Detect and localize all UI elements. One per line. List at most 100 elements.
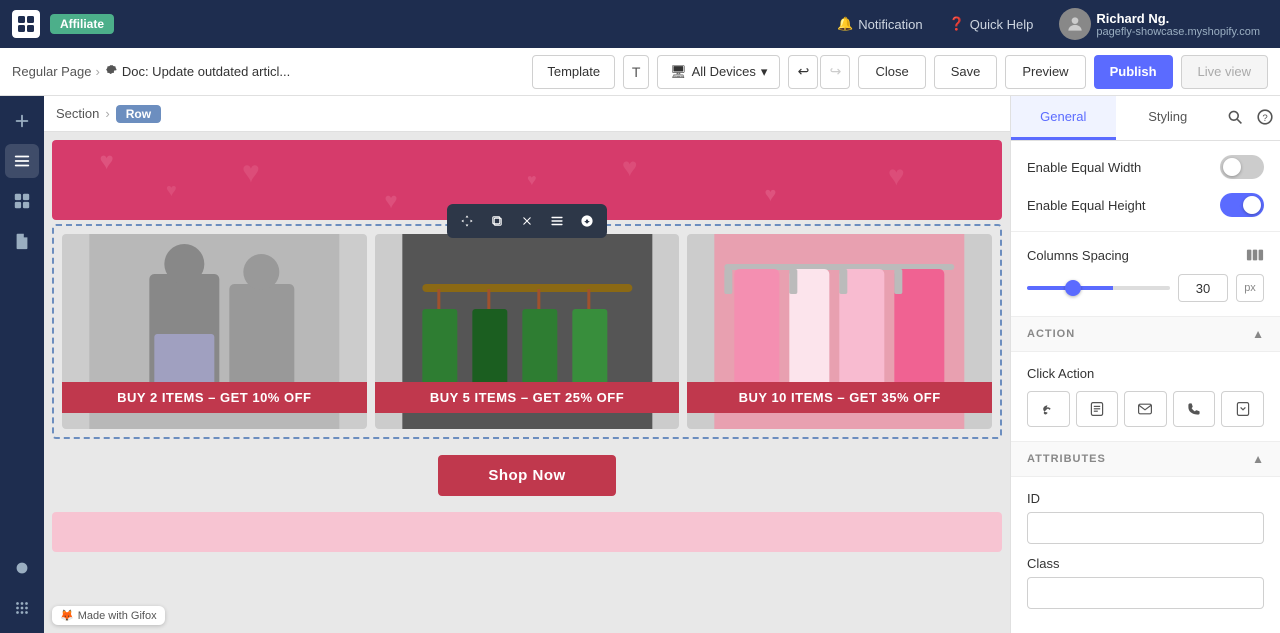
canvas-row-badge[interactable]: Row bbox=[116, 105, 161, 123]
product-grid: BUY 2 ITEMS – GET 10% OFF bbox=[54, 226, 1000, 437]
page-action-button[interactable] bbox=[1076, 391, 1119, 427]
shop-now-wrap: Shop Now bbox=[52, 443, 1002, 508]
id-input[interactable] bbox=[1027, 512, 1264, 544]
device-selector[interactable]: 🖥 All Devices ▾ bbox=[657, 55, 780, 89]
affiliate-badge[interactable]: Affiliate bbox=[50, 14, 114, 34]
add-element-button[interactable] bbox=[5, 104, 39, 138]
click-action-label: Click Action bbox=[1027, 366, 1264, 381]
notification-button[interactable]: 🔔 Notification bbox=[829, 12, 931, 36]
shop-now-button[interactable]: Shop Now bbox=[438, 455, 615, 496]
equal-height-toggle[interactable] bbox=[1220, 193, 1264, 217]
row-container[interactable]: BUY 2 ITEMS – GET 10% OFF bbox=[52, 224, 1002, 439]
click-action-buttons bbox=[1027, 391, 1264, 427]
columns-spacing-label: Columns Spacing bbox=[1027, 246, 1264, 264]
app-integrations-button[interactable] bbox=[5, 591, 39, 625]
action-label: ACTION bbox=[1027, 328, 1075, 340]
row-save-template-button[interactable] bbox=[573, 207, 601, 235]
help-icon: ❓ bbox=[949, 16, 965, 32]
pagefly-logo bbox=[12, 10, 40, 38]
row-toolbar bbox=[447, 204, 607, 238]
row-delete-button[interactable] bbox=[513, 207, 541, 235]
section-layers-button[interactable] bbox=[5, 144, 39, 178]
id-label: ID bbox=[1027, 491, 1264, 506]
breadcrumb-doc[interactable]: Doc: Update outdated articl... bbox=[122, 64, 290, 79]
row-move-button[interactable] bbox=[453, 207, 481, 235]
text-format-icon: T bbox=[632, 64, 641, 80]
spacing-slider[interactable] bbox=[1027, 286, 1170, 290]
footer-section bbox=[52, 512, 1002, 552]
tab-styling[interactable]: Styling bbox=[1116, 96, 1221, 140]
pagefly-logo-icon bbox=[12, 10, 40, 38]
columns-spacing-section: Columns Spacing 30 px bbox=[1011, 232, 1280, 317]
breadcrumb-separator: › bbox=[96, 64, 100, 79]
row-duplicate-button[interactable] bbox=[483, 207, 511, 235]
elements-button[interactable] bbox=[5, 184, 39, 218]
heart-decoration: ♥ bbox=[888, 160, 905, 192]
class-input[interactable] bbox=[1027, 577, 1264, 609]
equal-height-label: Enable Equal Height bbox=[1027, 198, 1146, 213]
product-card-1[interactable]: BUY 2 ITEMS – GET 10% OFF bbox=[62, 234, 367, 429]
breadcrumb-page[interactable]: Regular Page bbox=[12, 64, 92, 79]
tab-general[interactable]: General bbox=[1011, 96, 1116, 140]
redo-button[interactable]: ↪ bbox=[820, 55, 850, 89]
phone-action-button[interactable] bbox=[1173, 391, 1216, 427]
columns-icon[interactable] bbox=[1246, 246, 1264, 264]
equal-width-label: Enable Equal Width bbox=[1027, 160, 1141, 175]
toggle-thumb-on bbox=[1243, 196, 1261, 214]
canvas-breadcrumb: Section › Row bbox=[44, 96, 1010, 132]
pages-button[interactable] bbox=[5, 224, 39, 258]
row-settings-button[interactable] bbox=[543, 207, 571, 235]
avatar bbox=[1059, 8, 1091, 40]
link-action-button[interactable] bbox=[1027, 391, 1070, 427]
action-chevron-icon: ▲ bbox=[1252, 327, 1264, 341]
text-format-button[interactable]: T bbox=[623, 55, 649, 89]
history-button[interactable] bbox=[5, 551, 39, 585]
email-action-button[interactable] bbox=[1124, 391, 1167, 427]
panel-search-button[interactable] bbox=[1220, 96, 1250, 140]
equal-width-section: Enable Equal Width Enable Equal Height bbox=[1011, 141, 1280, 232]
top-navigation: Affiliate 🔔 Notification ❓ Quick Help Ri… bbox=[0, 0, 1280, 48]
svg-text:?: ? bbox=[1262, 113, 1267, 124]
live-view-button[interactable]: Live view bbox=[1181, 55, 1268, 89]
gifox-badge: 🦊 Made with Gifox bbox=[52, 606, 165, 625]
product-card-3[interactable]: BUY 10 ITEMS – GET 35% OFF bbox=[687, 234, 992, 429]
preview-button[interactable]: Preview bbox=[1005, 55, 1085, 89]
gear-icon-wrap bbox=[104, 63, 118, 80]
save-button[interactable]: Save bbox=[934, 55, 998, 89]
publish-button[interactable]: Publish bbox=[1094, 55, 1173, 89]
spacing-unit-button[interactable]: px bbox=[1236, 274, 1264, 302]
heart-decoration: ♥ bbox=[765, 184, 777, 207]
toggle-thumb bbox=[1223, 158, 1241, 176]
product-card-2[interactable]: BUY 5 ITEMS – GET 25% OFF bbox=[375, 234, 680, 429]
heart-decoration: ♥ bbox=[622, 152, 637, 183]
template-button[interactable]: Template bbox=[532, 55, 615, 89]
gifox-icon: 🦊 bbox=[60, 609, 74, 622]
equal-width-row: Enable Equal Width bbox=[1027, 155, 1264, 179]
undo-button[interactable]: ↩ bbox=[788, 55, 818, 89]
product-label-2: BUY 5 ITEMS – GET 25% OFF bbox=[375, 382, 680, 413]
equal-height-row: Enable Equal Height bbox=[1027, 193, 1264, 217]
heart-decoration: ♥ bbox=[242, 156, 260, 190]
close-button[interactable]: Close bbox=[858, 55, 925, 89]
scroll-action-button[interactable] bbox=[1221, 391, 1264, 427]
class-label: Class bbox=[1027, 556, 1264, 571]
attributes-label: ATTRIBUTES bbox=[1027, 453, 1106, 465]
heart-decoration: ♥ bbox=[385, 188, 398, 214]
heart-decoration: ♥ bbox=[527, 172, 537, 190]
user-menu[interactable]: Richard Ng. pagefly-showcase.myshopify.c… bbox=[1051, 4, 1268, 44]
equal-width-toggle[interactable] bbox=[1220, 155, 1264, 179]
spacing-value-input[interactable]: 30 bbox=[1178, 274, 1228, 302]
toolbar-bar: Regular Page › Doc: Update outdated arti… bbox=[0, 48, 1280, 96]
attributes-section-header[interactable]: ATTRIBUTES ▲ bbox=[1011, 442, 1280, 477]
canvas-section-label[interactable]: Section bbox=[56, 106, 99, 121]
quick-help-button[interactable]: ❓ Quick Help bbox=[941, 12, 1042, 36]
user-name: Richard Ng. bbox=[1096, 11, 1260, 26]
spacing-controls: 30 px bbox=[1027, 274, 1264, 302]
bell-icon: 🔔 bbox=[837, 16, 853, 32]
attributes-chevron-icon: ▲ bbox=[1252, 452, 1264, 466]
left-sidebar bbox=[0, 96, 44, 633]
monitor-icon: 🖥 bbox=[670, 64, 687, 80]
chevron-down-icon: ▾ bbox=[761, 64, 768, 80]
action-section-header[interactable]: ACTION ▲ bbox=[1011, 317, 1280, 352]
panel-help-button[interactable]: ? bbox=[1250, 96, 1280, 140]
